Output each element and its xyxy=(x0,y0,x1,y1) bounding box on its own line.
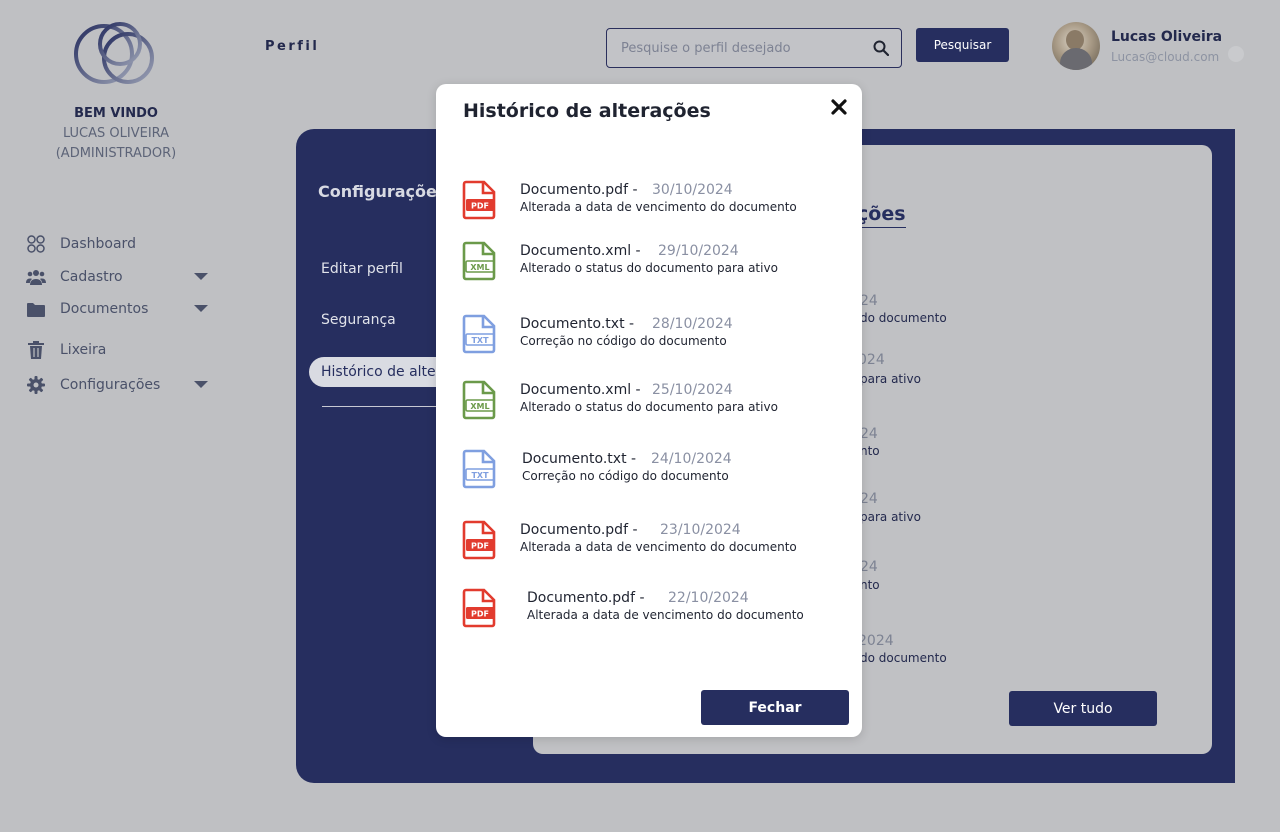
bg-row-date: 24 xyxy=(860,293,878,309)
sidebar-item-label: Lixeira xyxy=(60,342,107,358)
history-item[interactable]: XML Documento.xml - 29/10/2024 Alterado … xyxy=(462,241,842,285)
bg-row-desc: do documento xyxy=(860,311,947,325)
history-item-file: Documento.txt - xyxy=(520,316,635,332)
welcome-user-name: LUCAS OLIVEIRA xyxy=(62,126,170,141)
chevron-down-icon[interactable] xyxy=(194,273,208,280)
pdf-file-icon: PDF xyxy=(462,520,496,560)
history-item-date: 30/10/2024 xyxy=(652,182,733,198)
folder-icon xyxy=(26,299,46,319)
history-item-file: Documento.pdf - xyxy=(520,522,638,538)
bg-row-desc: nto xyxy=(860,444,880,458)
sidebar-item-lixeira[interactable]: Lixeira xyxy=(26,338,216,362)
txt-file-icon: TXT xyxy=(462,449,496,489)
close-button[interactable]: Fechar xyxy=(701,690,849,725)
xml-file-icon: XML xyxy=(462,380,496,420)
history-item-date: 25/10/2024 xyxy=(652,382,733,398)
search-icon[interactable] xyxy=(873,40,889,56)
sidebar-item-documentos[interactable]: Documentos xyxy=(26,297,216,321)
pdf-file-icon: PDF xyxy=(462,180,496,220)
see-all-button[interactable]: Ver tudo xyxy=(1009,691,1157,726)
welcome-greeting: BEM VINDO xyxy=(74,106,158,121)
user-email: Lucas@cloud.com xyxy=(1111,50,1220,64)
welcome-user-role: (ADMINISTRADOR) xyxy=(55,146,177,161)
settings-divider xyxy=(322,406,442,407)
search-input[interactable] xyxy=(621,38,861,58)
bg-row-date: 024 xyxy=(858,352,885,368)
sidebar-item-cadastro[interactable]: Cadastro xyxy=(26,265,216,289)
sidebar-item-dashboard[interactable]: Dashboard xyxy=(26,232,216,256)
pdf-file-icon: PDF xyxy=(462,588,496,628)
xml-file-icon: XML xyxy=(462,241,496,281)
bg-row-desc: do documento xyxy=(860,651,947,665)
user-menu-chevron-icon[interactable] xyxy=(1228,46,1244,62)
history-item-file: Documento.xml - xyxy=(520,382,641,398)
settings-link-security[interactable]: Segurança xyxy=(321,312,396,328)
search-box xyxy=(606,28,902,68)
history-modal: Histórico de alterações PDF Documento.pd… xyxy=(436,84,862,737)
settings-link-history[interactable]: Histórico de alte xyxy=(309,357,449,387)
svg-text:XML: XML xyxy=(470,402,489,411)
sidebar-item-label: Dashboard xyxy=(60,236,136,252)
svg-text:TXT: TXT xyxy=(471,336,489,345)
bg-row-desc: para ativo xyxy=(860,372,921,386)
history-item[interactable]: PDF Documento.pdf - 22/10/2024 Alterada … xyxy=(462,588,849,632)
svg-text:TXT: TXT xyxy=(471,471,489,480)
history-item-date: 28/10/2024 xyxy=(652,316,733,332)
chevron-down-icon[interactable] xyxy=(194,381,208,388)
history-item-desc: Correção no código do documento xyxy=(520,334,727,348)
bg-row-date: 24 xyxy=(860,426,878,442)
history-item-desc: Alterado o status do documento para ativ… xyxy=(520,261,778,275)
history-item-file: Documento.xml - xyxy=(520,243,641,259)
avatar[interactable] xyxy=(1052,22,1100,70)
history-item-desc: Alterada a data de vencimento do documen… xyxy=(520,200,797,214)
sidebar-item-label: Configurações xyxy=(60,377,161,393)
history-item[interactable]: TXT Documento.txt - 28/10/2024 Correção … xyxy=(462,314,842,358)
cloud-logo-icon xyxy=(74,22,154,84)
txt-file-icon: TXT xyxy=(462,314,496,354)
svg-text:PDF: PDF xyxy=(471,202,489,211)
settings-heading: Configurações xyxy=(318,182,447,201)
bg-row-date: 2024 xyxy=(858,633,894,649)
search-button[interactable]: Pesquisar xyxy=(916,28,1009,62)
history-item-date: 24/10/2024 xyxy=(651,451,732,467)
history-item-desc: Alterado o status do documento para ativ… xyxy=(520,400,778,414)
welcome-text: BEM VINDO LUCAS OLIVEIRA (ADMINISTRADOR) xyxy=(0,104,232,164)
page-title: Perfil xyxy=(265,39,320,54)
history-item-date: 22/10/2024 xyxy=(668,590,749,606)
svg-text:XML: XML xyxy=(470,263,489,272)
sidebar-item-configuracoes[interactable]: Configurações xyxy=(26,373,216,397)
history-item-date: 23/10/2024 xyxy=(660,522,741,538)
svg-text:PDF: PDF xyxy=(471,542,489,551)
close-icon[interactable] xyxy=(828,96,850,118)
history-item[interactable]: PDF Documento.pdf - 30/10/2024 Alterada … xyxy=(462,180,842,224)
sidebar-item-label: Cadastro xyxy=(60,269,123,285)
modal-title: Histórico de alterações xyxy=(463,100,711,122)
users-icon xyxy=(26,267,46,287)
history-item-desc: Correção no código do documento xyxy=(522,469,729,483)
history-item[interactable]: TXT Documento.txt - 24/10/2024 Correção … xyxy=(462,449,844,493)
bg-row-desc: nto xyxy=(860,578,880,592)
sidebar-item-label: Documentos xyxy=(60,301,149,317)
bg-row-date: 24 xyxy=(860,559,878,575)
bg-row-date: 24 xyxy=(860,491,878,507)
user-name: Lucas Oliveira xyxy=(1111,29,1223,45)
card-title: ções xyxy=(857,203,906,228)
history-item[interactable]: PDF Documento.pdf - 23/10/2024 Alterada … xyxy=(462,520,842,564)
history-item-date: 29/10/2024 xyxy=(658,243,739,259)
chevron-down-icon[interactable] xyxy=(194,305,208,312)
dashboard-icon xyxy=(26,234,46,254)
settings-link-edit-profile[interactable]: Editar perfil xyxy=(321,261,403,277)
history-item-desc: Alterada a data de vencimento do documen… xyxy=(520,540,797,554)
history-item-file: Documento.pdf - xyxy=(527,590,645,606)
history-item-file: Documento.txt - xyxy=(522,451,637,467)
trash-icon xyxy=(26,340,46,360)
history-item[interactable]: XML Documento.xml - 25/10/2024 Alterado … xyxy=(462,380,842,424)
history-item-file: Documento.pdf - xyxy=(520,182,638,198)
history-item-desc: Alterada a data de vencimento do documen… xyxy=(527,608,804,622)
svg-text:PDF: PDF xyxy=(471,610,489,619)
gear-icon xyxy=(26,375,46,395)
bg-row-desc: para ativo xyxy=(860,510,921,524)
